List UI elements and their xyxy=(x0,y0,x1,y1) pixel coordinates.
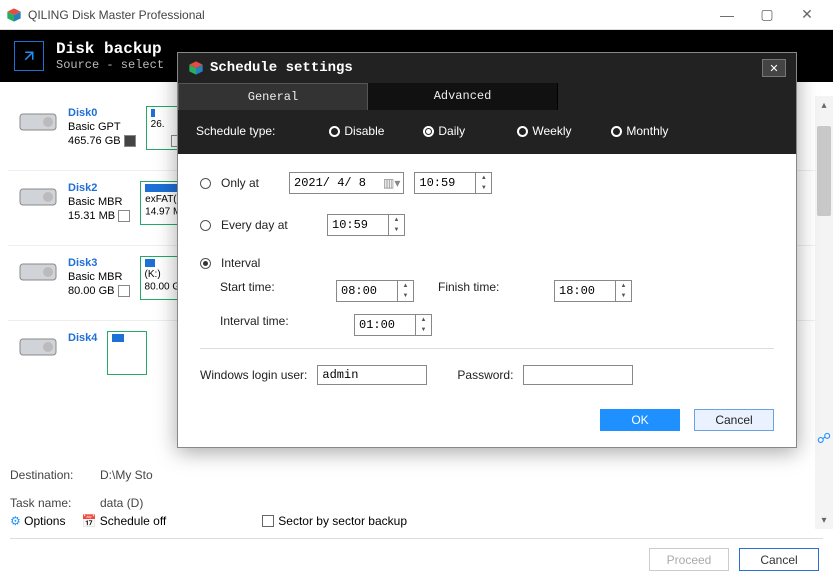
interval-label: Interval xyxy=(221,256,260,270)
destination-label: Destination: xyxy=(10,468,100,482)
disk-type: Basic GPT xyxy=(68,120,136,134)
page-title: Disk backup xyxy=(56,40,164,58)
only-at-row[interactable]: Only at ▥▾ ▲▼ xyxy=(200,172,774,194)
minimize-button[interactable]: — xyxy=(707,0,747,30)
dialog-body: Only at ▥▾ ▲▼ Every day at ▲▼ Interval S… xyxy=(178,154,796,447)
dialog-title: Schedule settings xyxy=(210,60,756,76)
spinner-icon[interactable]: ▲▼ xyxy=(615,281,631,301)
finish-time-label: Finish time: xyxy=(438,280,530,302)
disk-type: Basic MBR xyxy=(68,270,130,284)
login-user-label: Windows login user: xyxy=(200,368,307,382)
radio-every-day[interactable] xyxy=(200,220,211,231)
tab-general[interactable]: General xyxy=(178,83,368,110)
finish-time-input[interactable]: ▲▼ xyxy=(554,280,632,302)
interval-time-label: Interval time: xyxy=(220,314,330,336)
password-input[interactable] xyxy=(523,365,633,385)
start-time-input[interactable]: ▲▼ xyxy=(336,280,414,302)
schedule-dialog: Schedule settings ✕ General Advanced Sch… xyxy=(177,52,797,448)
disk-name: Disk2 xyxy=(68,181,130,195)
destination-value: D:\My Sto xyxy=(100,468,153,482)
login-row: Windows login user: Password: xyxy=(200,365,774,385)
interval-row[interactable]: Interval xyxy=(200,256,774,270)
maximize-button[interactable]: ▢ xyxy=(747,0,787,30)
every-day-label: Every day at xyxy=(221,218,317,232)
page-subtitle: Source - select xyxy=(56,58,164,72)
schedule-button[interactable]: 📅 Schedule off xyxy=(81,514,166,528)
disk-size: 15.31 MB xyxy=(68,210,115,222)
app-title: QILING Disk Master Professional xyxy=(28,8,707,22)
dialog-titlebar: Schedule settings ✕ xyxy=(178,53,796,83)
login-user-input[interactable] xyxy=(317,365,427,385)
start-time-label: Start time: xyxy=(220,280,312,302)
dialog-tabs: General Advanced xyxy=(178,83,796,110)
only-at-time-input[interactable]: ▲▼ xyxy=(414,172,492,194)
separator xyxy=(200,348,774,349)
titlebar: QILING Disk Master Professional — ▢ ✕ xyxy=(0,0,833,30)
disk-checkbox[interactable] xyxy=(118,210,130,222)
options-row: ⚙ Options 📅 Schedule off Sector by secto… xyxy=(10,509,823,539)
disk-checkbox[interactable] xyxy=(124,135,136,147)
hdd-icon xyxy=(18,331,58,359)
sector-checkbox[interactable] xyxy=(262,515,274,527)
schedule-type-label: Schedule type: xyxy=(196,124,275,138)
spinner-icon[interactable]: ▲▼ xyxy=(475,173,491,193)
dialog-ok-button[interactable]: OK xyxy=(600,409,680,431)
radio-weekly[interactable]: Weekly xyxy=(517,124,597,138)
password-label: Password: xyxy=(457,368,513,382)
spinner-icon[interactable]: ▲▼ xyxy=(388,215,404,235)
disk-type: Basic MBR xyxy=(68,195,130,209)
radio-disable[interactable]: Disable xyxy=(329,124,409,138)
disk-name: Disk4 xyxy=(68,331,97,345)
radio-daily[interactable]: Daily xyxy=(423,124,503,138)
close-button[interactable]: ✕ xyxy=(787,0,827,30)
spinner-icon[interactable]: ▲▼ xyxy=(415,315,431,335)
disk-checkbox[interactable] xyxy=(118,285,130,297)
proceed-button[interactable]: Proceed xyxy=(649,548,729,571)
options-button[interactable]: ⚙ Options xyxy=(10,514,65,528)
every-day-row[interactable]: Every day at ▲▼ xyxy=(200,214,774,236)
side-decoration-icon: ☍ xyxy=(817,430,831,447)
scroll-up-icon[interactable]: ▴ xyxy=(815,96,833,114)
dialog-footer: OK Cancel xyxy=(200,409,774,431)
sector-checkbox-row[interactable]: Sector by sector backup xyxy=(262,514,407,528)
app-logo-icon xyxy=(6,7,22,23)
hdd-icon xyxy=(18,181,58,209)
spinner-icon[interactable]: ▲▼ xyxy=(397,281,413,301)
partition-box[interactable] xyxy=(107,331,147,375)
taskname-label: Task name: xyxy=(10,496,100,510)
calendar-drop-icon[interactable]: ▥▾ xyxy=(380,176,403,190)
only-at-date-input[interactable]: ▥▾ xyxy=(289,172,404,194)
only-at-label: Only at xyxy=(221,176,279,190)
taskname-value: data (D) xyxy=(100,496,143,510)
disk-size: 465.76 GB xyxy=(68,135,121,147)
dialog-cancel-button[interactable]: Cancel xyxy=(694,409,774,431)
tab-advanced[interactable]: Advanced xyxy=(368,83,558,110)
calendar-icon: 📅 xyxy=(81,514,96,528)
dialog-close-button[interactable]: ✕ xyxy=(762,59,786,77)
schedule-type-row: Schedule type: Disable Daily Weekly Mont… xyxy=(178,110,796,154)
radio-only-at[interactable] xyxy=(200,178,211,189)
hdd-icon xyxy=(18,256,58,284)
disk-name: Disk0 xyxy=(68,106,136,120)
scrollbar-thumb[interactable] xyxy=(817,126,831,216)
hdd-icon xyxy=(18,106,58,134)
radio-monthly[interactable]: Monthly xyxy=(611,124,691,138)
disk-name: Disk3 xyxy=(68,256,130,270)
interval-time-row: Interval time: ▲▼ xyxy=(220,314,774,336)
dialog-logo-icon xyxy=(188,60,204,76)
every-day-time-input[interactable]: ▲▼ xyxy=(327,214,405,236)
interval-times-row: Start time: ▲▼ Finish time: ▲▼ xyxy=(220,280,774,302)
cancel-button[interactable]: Cancel xyxy=(739,548,819,571)
disk-backup-icon xyxy=(14,41,44,71)
footer-buttons: Proceed Cancel xyxy=(649,548,819,571)
radio-interval[interactable] xyxy=(200,258,211,269)
interval-time-input[interactable]: ▲▼ xyxy=(354,314,432,336)
disk-size: 80.00 GB xyxy=(68,285,114,297)
gear-icon: ⚙ xyxy=(10,514,21,528)
